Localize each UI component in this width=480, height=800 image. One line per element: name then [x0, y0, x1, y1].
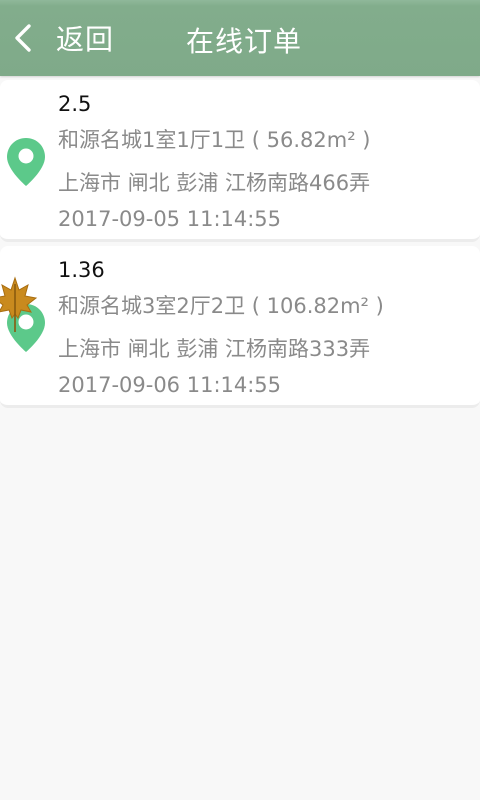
maple-leaf-icon: [0, 276, 38, 334]
order-price: 1.36: [58, 258, 105, 282]
property-info: 和源名城1室1厅1卫 ( 56.82m² ): [58, 128, 371, 152]
order-card[interactable]: 1.36 和源名城3室2厅2卫 ( 106.82m² ) 上海市 闸北 彭浦 江…: [0, 246, 480, 408]
back-button[interactable]: 返回: [8, 14, 114, 62]
order-datetime: 2017-09-05 11:14:55: [58, 207, 282, 231]
order-datetime: 2017-09-06 11:14:55: [58, 373, 282, 397]
order-list: 2.5 和源名城1室1厅1卫 ( 56.82m² ) 上海市 闸北 彭浦 江杨南…: [0, 80, 480, 412]
chevron-left-icon: [8, 23, 38, 53]
app-screen: 返回 在线订单 2.5 和源名城1室1厅1卫 ( 56.82m² ) 上海市 闸…: [0, 0, 480, 800]
property-info: 和源名城3室2厅2卫 ( 106.82m² ): [58, 294, 384, 318]
location-pin-icon: [5, 136, 47, 188]
page-title: 在线订单: [186, 25, 303, 58]
address-text: 上海市 闸北 彭浦 江杨南路333弄: [58, 337, 371, 361]
order-card[interactable]: 2.5 和源名城1室1厅1卫 ( 56.82m² ) 上海市 闸北 彭浦 江杨南…: [0, 80, 480, 242]
order-price: 2.5: [58, 92, 92, 116]
back-label: 返回: [56, 23, 115, 56]
address-text: 上海市 闸北 彭浦 江杨南路466弄: [58, 171, 371, 195]
top-bar: 返回 在线订单: [0, 0, 480, 76]
